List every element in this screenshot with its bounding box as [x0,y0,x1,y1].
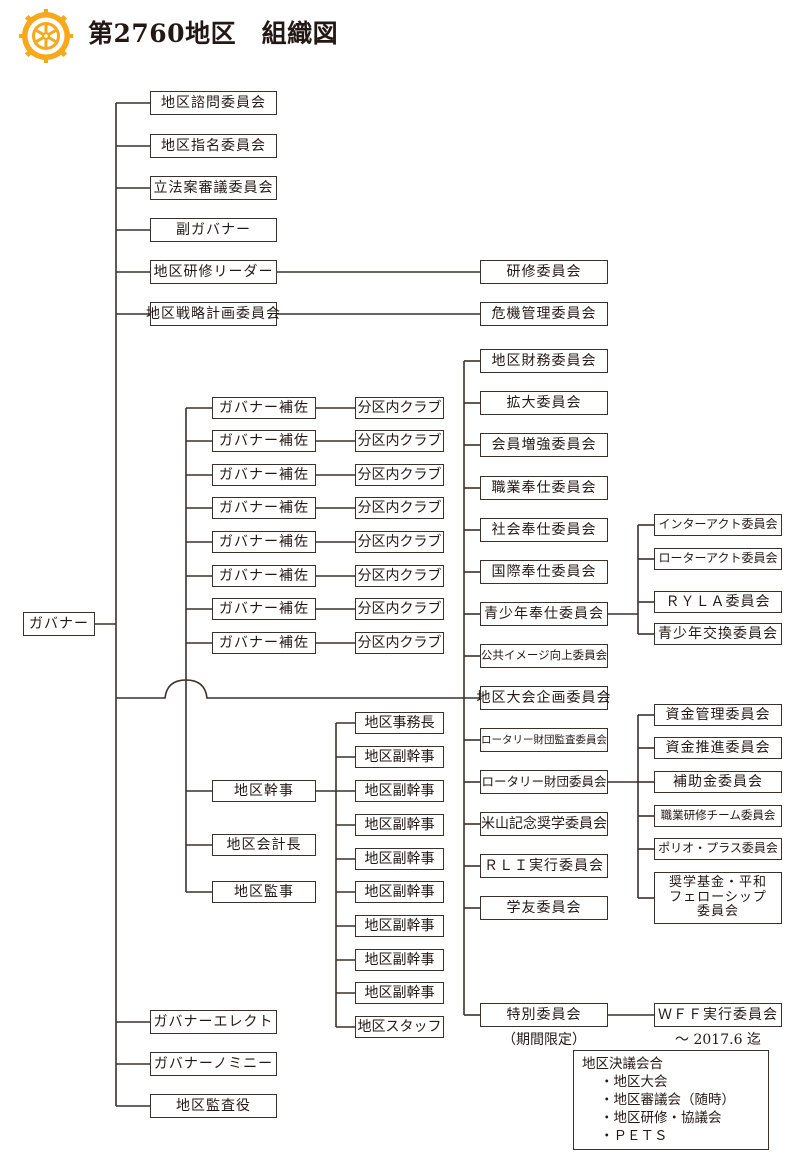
top-level-box: 地区指名委員会 [150,134,277,158]
governor-nominee-box: ガバナーノミニー [150,1052,277,1076]
staff-box: 地区副幹事 [355,982,444,1004]
legend-item: ・地区大会 [600,1074,668,1090]
special-committee-note: （期間限定） [502,1032,586,1048]
committee-box: ロータリー財団監査委員会 [480,728,608,752]
label-line: 奨学基金・平和 [668,874,767,890]
special-committee-box: 特別委員会 [480,1003,608,1027]
assistant-governor-box: ガバナー補佐 [212,397,316,419]
label-line: フェローシップ [669,889,767,905]
committee-box: 地区大会企画委員会 [477,686,611,710]
assistant-governor-box: ガバナー補佐 [212,565,316,587]
division-club-box: 分区内クラブ [355,464,444,486]
governor-elect-box: ガバナーエレクト [150,1010,277,1034]
foundation-subcommittee-box: ポリオ・プラス委員会 [654,838,782,860]
legend-title: 地区決議会合 [582,1056,663,1072]
committee-box: 社会奉仕委員会 [480,518,608,542]
committee-box: 会員増強委員会 [480,433,608,457]
wff-committee-note: ～ 2017.6 迄 [675,1032,761,1048]
committee-box: 青少年奉仕委員会 [480,602,608,626]
division-club-box: 分区内クラブ [355,397,444,419]
youth-subcommittee-box: 青少年交換委員会 [654,623,782,645]
district-inspector-box: 地区監査役 [150,1094,277,1118]
division-club-box: 分区内クラブ [355,430,444,452]
division-club-box: 分区内クラブ [355,565,444,587]
legend-item: ・地区審議会（随時） [600,1092,735,1108]
division-club-box: 分区内クラブ [355,598,444,620]
division-club-box: 分区内クラブ [355,497,444,519]
top-level-box: 立法案審議委員会 [150,176,277,200]
assistant-governor-box: ガバナー補佐 [212,430,316,452]
top-level-box: 地区諮問委員会 [150,91,277,115]
staff-box: 地区副幹事 [355,881,444,903]
foundation-subcommittee-box: 職業研修チーム委員会 [654,805,782,827]
district-auditor-box: 地区監事 [212,881,316,903]
foundation-subcommittee-box: 資金管理委員会 [654,704,782,726]
assistant-governor-box: ガバナー補佐 [212,464,316,486]
top-level-box: 副ガバナー [150,218,277,242]
assistant-governor-box: ガバナー補佐 [212,497,316,519]
staff-box: 地区副幹事 [355,915,444,937]
training-committee-box: 研修委員会 [480,260,608,284]
committee-box: ロータリー財団委員会 [480,770,608,794]
staff-box: 地区スタッフ [355,1016,444,1038]
governor-box: ガバナー [23,612,95,636]
committee-box: 米山記念奨学委員会 [480,812,608,836]
committee-box: 地区財務委員会 [480,349,608,373]
committee-box: 国際奉仕委員会 [480,560,608,584]
committee-box: 学友委員会 [480,896,608,920]
youth-subcommittee-box: ＲＹＬＡ委員会 [654,591,782,613]
assistant-governor-box: ガバナー補佐 [212,531,316,553]
wff-committee-box: ＷＦＦ実行委員会 [654,1003,782,1027]
assistant-governor-box: ガバナー補佐 [212,632,316,654]
foundation-subcommittee-box: 資金推進委員会 [654,737,782,759]
committee-box: 拡大委員会 [480,391,608,415]
staff-box: 地区事務長 [355,712,444,734]
risk-management-committee-box: 危機管理委員会 [480,302,608,326]
staff-box: 地区副幹事 [355,814,444,836]
staff-box: 地区副幹事 [355,780,444,802]
peace-fellowship-committee-box: 奨学基金・平和 フェローシップ 委員会 [654,872,782,924]
label-line: 委員会 [696,904,739,920]
district-resolution-meetings-box: 地区決議会合 ・地区大会 ・地区審議会（随時） ・地区研修・協議会 ・ＰＥＴＳ [573,1050,769,1150]
staff-box: 地区副幹事 [355,949,444,971]
top-level-box: 地区戦略計画委員会 [146,302,280,326]
legend-item: ・ＰＥＴＳ [600,1128,668,1144]
division-club-box: 分区内クラブ [355,632,444,654]
division-club-box: 分区内クラブ [355,531,444,553]
staff-box: 地区副幹事 [355,746,444,768]
staff-box: 地区副幹事 [355,848,444,870]
district-treasurer-box: 地区会計長 [212,834,316,856]
youth-subcommittee-box: インターアクト委員会 [654,514,782,536]
top-level-box: 地区研修リーダー [150,260,277,284]
foundation-subcommittee-box: 補助金委員会 [654,771,782,793]
legend-item: ・地区研修・協議会 [600,1110,722,1126]
committee-box: 職業奉仕委員会 [480,476,608,500]
committee-box: 公共イメージ向上委員会 [480,644,608,668]
committee-box: ＲＬＩ実行委員会 [480,854,608,878]
youth-subcommittee-box: ローターアクト委員会 [654,548,782,570]
district-secretary-box: 地区幹事 [212,780,316,802]
hop-connector [116,679,480,699]
assistant-governor-box: ガバナー補佐 [212,598,316,620]
